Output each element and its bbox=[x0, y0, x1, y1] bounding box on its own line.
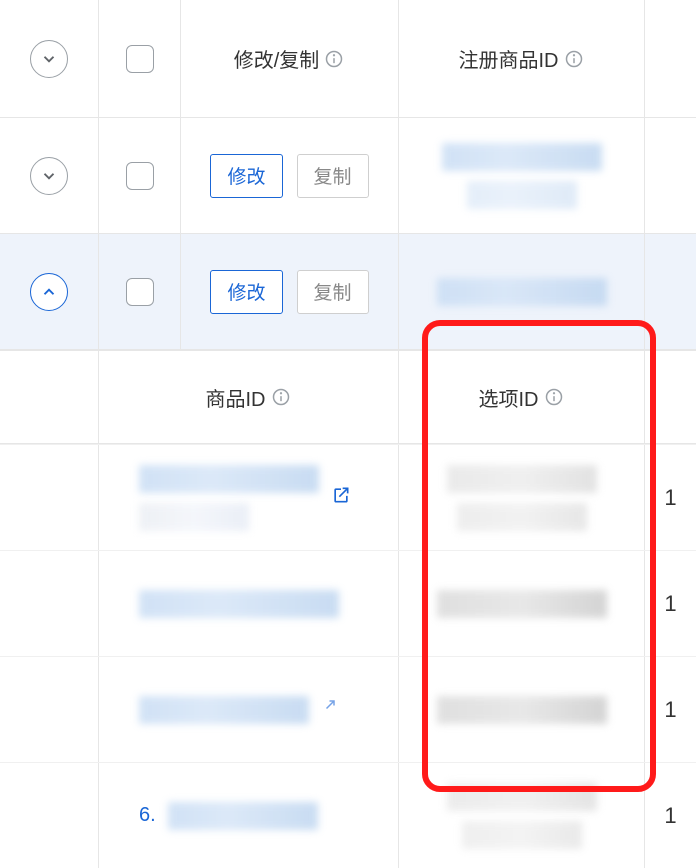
info-icon[interactable] bbox=[270, 386, 292, 408]
external-link-icon[interactable] bbox=[319, 698, 337, 721]
redacted-regid bbox=[442, 143, 602, 209]
sub-row-tail: 1 bbox=[664, 803, 676, 829]
sub-table-row: 6. 1 bbox=[0, 762, 696, 868]
sub-header-prodid-label: 商品ID bbox=[206, 383, 266, 412]
header-regid-label: 注册商品ID bbox=[459, 44, 559, 73]
redacted-prodid bbox=[168, 802, 318, 830]
redacted-optid bbox=[437, 696, 607, 724]
redacted-prodid bbox=[139, 696, 309, 724]
header-actions-cell: 修改/复制 bbox=[181, 0, 399, 117]
header-expand-cell bbox=[0, 0, 99, 117]
row-expand-toggle[interactable] bbox=[30, 273, 68, 311]
header-tail-cell bbox=[645, 0, 696, 117]
sub-table-body: 1 1 bbox=[0, 444, 696, 868]
row-expand-toggle[interactable] bbox=[30, 157, 68, 195]
copy-button[interactable]: 复制 bbox=[297, 270, 369, 314]
sub-row-tail: 1 bbox=[664, 591, 676, 617]
redacted-optid bbox=[437, 590, 607, 618]
sub-table-row: 1 bbox=[0, 550, 696, 656]
sub-table-row: 1 bbox=[0, 444, 696, 550]
edit-button[interactable]: 修改 bbox=[210, 154, 282, 198]
info-icon[interactable] bbox=[323, 48, 345, 70]
external-link-icon[interactable] bbox=[331, 485, 351, 510]
info-icon[interactable] bbox=[543, 386, 565, 408]
sub-table-header: 商品ID 选项ID bbox=[0, 350, 696, 444]
info-icon[interactable] bbox=[563, 48, 585, 70]
sub-row-tail: 1 bbox=[664, 485, 676, 511]
table-row: 修改 复制 bbox=[0, 118, 696, 234]
header-actions-label: 修改/复制 bbox=[234, 44, 320, 73]
copy-button[interactable]: 复制 bbox=[297, 154, 369, 198]
sub-header-optid-label: 选项ID bbox=[479, 383, 539, 412]
sub-row-prodid-prefix: 6. bbox=[139, 804, 156, 827]
table-row: 修改 复制 bbox=[0, 234, 696, 350]
sub-table-row: 1 bbox=[0, 656, 696, 762]
header-regid-cell: 注册商品ID bbox=[399, 0, 645, 117]
row-checkbox[interactable] bbox=[126, 278, 154, 306]
product-table: 修改/复制 注册商品ID bbox=[0, 0, 696, 868]
sub-row-tail: 1 bbox=[664, 697, 676, 723]
redacted-prodid bbox=[139, 590, 339, 618]
table-header-row: 修改/复制 注册商品ID bbox=[0, 0, 696, 118]
row-checkbox[interactable] bbox=[126, 162, 154, 190]
header-check-cell bbox=[99, 0, 181, 117]
expand-all-toggle[interactable] bbox=[30, 40, 68, 78]
select-all-checkbox[interactable] bbox=[126, 45, 154, 73]
redacted-regid bbox=[437, 278, 607, 306]
edit-button[interactable]: 修改 bbox=[210, 270, 282, 314]
